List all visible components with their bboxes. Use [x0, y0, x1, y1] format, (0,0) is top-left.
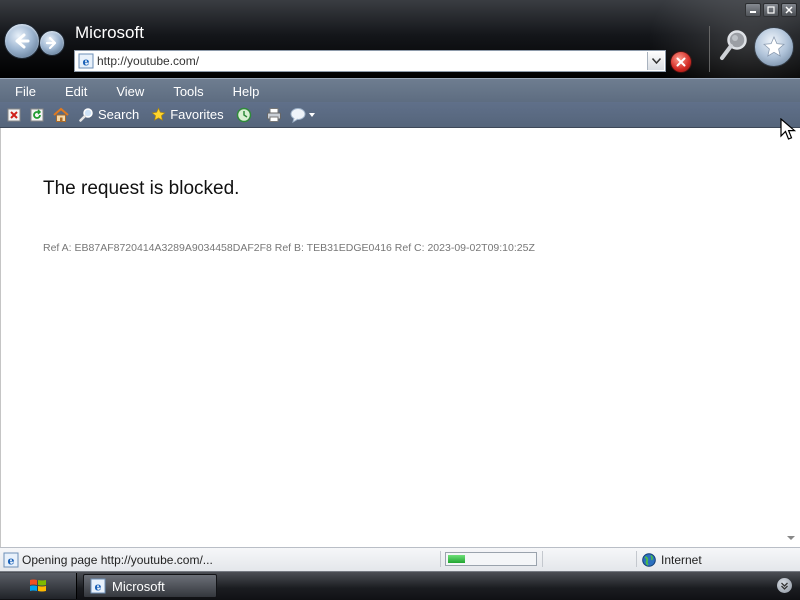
progress-fill	[448, 555, 465, 563]
search-icon[interactable]	[718, 28, 750, 64]
ie-page-icon: e	[3, 552, 19, 568]
maximize-icon	[767, 6, 775, 14]
stop-icon	[7, 108, 21, 121]
minimize-icon	[750, 11, 756, 13]
window-title: Microsoft	[75, 23, 144, 42]
search-label: Search	[98, 107, 140, 122]
browser-window: Microsoft e http://youtube.com/ File Edi…	[0, 0, 800, 600]
history-icon	[236, 107, 251, 122]
home-icon	[53, 107, 69, 122]
minimize-button[interactable]	[745, 3, 761, 17]
star-icon	[763, 36, 785, 57]
globe-icon	[642, 553, 656, 567]
taskbar-item-label: Microsoft	[112, 578, 165, 594]
search-toolbar-button[interactable]: Search	[79, 104, 139, 126]
address-bar[interactable]: e	[74, 50, 666, 72]
title-bar: Microsoft e	[0, 0, 800, 78]
menu-tools[interactable]: Tools	[165, 84, 211, 99]
menu-help[interactable]: Help	[225, 84, 268, 99]
maximize-button[interactable]	[763, 3, 779, 17]
close-icon	[676, 57, 686, 67]
star-icon	[151, 107, 166, 121]
scroll-down-arrow-icon[interactable]	[786, 533, 796, 543]
svg-text:e: e	[8, 555, 15, 568]
loading-progress-bar	[445, 552, 537, 566]
favorites-button[interactable]: Favorites	[151, 104, 224, 126]
stop-button[interactable]	[670, 51, 692, 73]
refresh-icon	[30, 108, 44, 121]
close-button[interactable]	[781, 3, 797, 17]
favorites-center-button[interactable]	[754, 27, 794, 67]
forward-arrow-icon	[45, 36, 57, 50]
security-zone-label: Internet	[661, 553, 702, 567]
ie-page-icon: e	[78, 53, 94, 69]
forward-button[interactable]	[39, 30, 65, 56]
menu-edit[interactable]: Edit	[57, 84, 95, 99]
window-controls	[745, 3, 797, 17]
divider	[542, 551, 543, 567]
favorites-label: Favorites	[170, 107, 224, 122]
page-content: The request is blocked. Ref A: EB87AF872…	[0, 128, 800, 547]
back-button[interactable]	[4, 23, 40, 59]
reference-ids: Ref A: EB87AF8720414A3289A9034458DAF2F8 …	[43, 242, 535, 254]
chat-bubble-icon	[290, 107, 315, 123]
ie-icon: e	[90, 578, 106, 594]
windows-logo-icon	[30, 579, 46, 592]
divider	[440, 551, 441, 567]
svg-text:e: e	[95, 581, 102, 594]
mouse-cursor-icon	[780, 118, 797, 140]
printer-icon	[266, 107, 281, 122]
chevron-down-icon	[781, 582, 788, 590]
start-button[interactable]	[0, 573, 77, 599]
taskbar-item-browser[interactable]: e Microsoft	[83, 574, 217, 598]
command-toolbar: Search Favorites	[0, 102, 800, 128]
chevron-down-icon	[651, 58, 661, 64]
tray-expand-button[interactable]	[777, 578, 792, 593]
menu-view[interactable]: View	[108, 84, 152, 99]
stop-toolbar-button[interactable]	[6, 107, 22, 123]
address-dropdown-button[interactable]	[647, 52, 664, 70]
page-heading: The request is blocked.	[43, 178, 240, 199]
status-text: Opening page http://youtube.com/...	[22, 553, 213, 567]
address-input[interactable]	[97, 53, 637, 69]
back-arrow-icon	[15, 33, 30, 49]
refresh-button[interactable]	[29, 107, 45, 123]
menu-bar: File Edit View Tools Help	[0, 78, 800, 103]
close-icon	[785, 6, 793, 14]
divider	[709, 26, 710, 72]
svg-text:e: e	[83, 56, 90, 69]
menu-file[interactable]: File	[7, 84, 44, 99]
messenger-button[interactable]	[290, 107, 316, 123]
print-button[interactable]	[266, 107, 282, 123]
taskbar: e Microsoft	[0, 571, 800, 600]
divider	[636, 551, 637, 567]
status-bar: e Opening page http://youtube.com/... In…	[0, 547, 800, 572]
home-button[interactable]	[53, 107, 69, 123]
search-icon	[79, 108, 93, 122]
history-button[interactable]	[236, 107, 252, 123]
